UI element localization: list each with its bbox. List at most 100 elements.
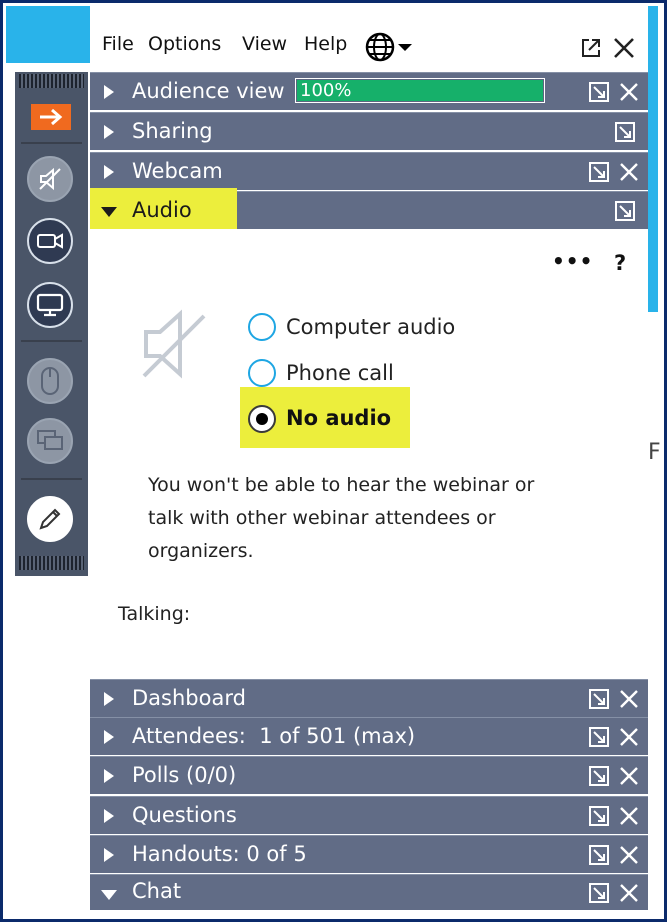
- radio-label: Computer audio: [286, 315, 456, 339]
- close-icon[interactable]: [618, 805, 640, 827]
- section-label: Sharing: [132, 119, 213, 143]
- screens-icon: [37, 430, 63, 450]
- drawing-tools-button[interactable]: [27, 496, 73, 542]
- background-strip-right: [648, 6, 658, 312]
- message-line: organizers.: [148, 540, 254, 562]
- toolbar-divider: [21, 142, 82, 144]
- monitor-icon: [36, 293, 64, 317]
- close-icon[interactable]: [618, 765, 640, 787]
- radio-label: No audio: [286, 406, 392, 430]
- radio-computer-audio[interactable]: [248, 313, 276, 341]
- muted-speaker-icon: [39, 167, 61, 191]
- expand-triangle-icon: [104, 125, 114, 139]
- popout-icon[interactable]: [588, 688, 610, 710]
- toolbar-divider: [21, 340, 82, 342]
- close-icon[interactable]: [618, 882, 640, 904]
- section-label: Webcam: [132, 159, 223, 183]
- popout-icon[interactable]: [588, 81, 610, 103]
- section-attendees[interactable]: Attendees: 1 of 501 (max): [90, 717, 648, 755]
- audience-view-progress: 100%: [295, 78, 545, 103]
- section-label: Audience view: [132, 79, 285, 103]
- talking-label: Talking:: [118, 603, 191, 625]
- section-dashboard[interactable]: Dashboard: [90, 679, 648, 717]
- popout-icon[interactable]: [614, 200, 636, 222]
- menu-help[interactable]: Help: [304, 33, 347, 55]
- menu-view[interactable]: View: [242, 33, 287, 55]
- section-questions[interactable]: Questions: [90, 796, 648, 834]
- radio-no-audio[interactable]: [248, 405, 276, 433]
- close-panel-button[interactable]: [612, 36, 636, 64]
- popout-icon[interactable]: [588, 161, 610, 183]
- camera-icon: [37, 233, 63, 249]
- menu-file[interactable]: File: [102, 33, 134, 55]
- collapse-panel-button[interactable]: [31, 104, 71, 130]
- message-line: You won't be able to hear the webinar or: [148, 474, 535, 496]
- radio-phone-call[interactable]: [248, 359, 276, 387]
- popout-icon[interactable]: [614, 121, 636, 143]
- expand-triangle-icon: [104, 769, 114, 783]
- collapse-triangle-icon: [101, 207, 117, 217]
- share-screen-layout-button[interactable]: [27, 418, 73, 464]
- section-label: Handouts: 0 of 5: [132, 842, 307, 866]
- menu-options[interactable]: Options: [148, 33, 221, 55]
- popout-icon: [582, 39, 600, 57]
- control-panel: File Options View Help Audience view 100…: [90, 24, 648, 910]
- no-audio-message: You won't be able to hear the webinar or…: [148, 469, 534, 568]
- expand-triangle-icon: [104, 165, 114, 179]
- expand-triangle-icon: [104, 692, 114, 706]
- section-audio[interactable]: Audio: [90, 188, 648, 234]
- close-icon[interactable]: [618, 726, 640, 748]
- expand-triangle-icon: [104, 848, 114, 862]
- expand-triangle-icon: [104, 730, 114, 744]
- language-menu[interactable]: [365, 32, 413, 66]
- muted-speaker-icon: [142, 309, 206, 379]
- expand-triangle-icon: [104, 85, 114, 99]
- background-strip: [6, 6, 90, 63]
- side-toolbar: [15, 72, 88, 576]
- audio-panel: ••• ? Computer audio Phone call No audio…: [90, 229, 648, 679]
- section-label: Audio: [132, 198, 192, 222]
- section-label: Dashboard: [132, 686, 246, 710]
- popout-icon[interactable]: [588, 882, 610, 904]
- mute-microphone-button[interactable]: [27, 156, 73, 202]
- arrow-right-icon: [40, 108, 63, 126]
- close-icon: [614, 38, 634, 58]
- section-label: Questions: [132, 803, 237, 827]
- popout-icon[interactable]: [588, 765, 610, 787]
- progress-text: 100%: [300, 80, 352, 101]
- mouse-icon: [41, 367, 59, 395]
- toolbar-grip[interactable]: [19, 556, 84, 570]
- menu-bar: File Options View Help: [90, 24, 648, 70]
- popout-icon[interactable]: [588, 844, 610, 866]
- expand-triangle-icon: [104, 809, 114, 823]
- toolbar-divider: [21, 478, 82, 480]
- popout-button[interactable]: [580, 37, 602, 63]
- collapse-triangle-icon: [101, 890, 117, 900]
- background-text: F: [648, 440, 661, 465]
- popout-icon[interactable]: [588, 726, 610, 748]
- webcam-button[interactable]: [27, 218, 73, 264]
- section-sharing[interactable]: Sharing: [90, 112, 648, 150]
- radio-label: Phone call: [286, 361, 394, 385]
- section-webcam[interactable]: Webcam: [90, 152, 648, 190]
- toolbar-grip[interactable]: [19, 74, 84, 88]
- section-chat[interactable]: Chat: [90, 874, 648, 910]
- section-audience-view[interactable]: Audience view 100%: [90, 72, 648, 110]
- help-button[interactable]: ?: [614, 251, 626, 275]
- pen-icon: [39, 508, 61, 530]
- section-label: Attendees: 1 of 501 (max): [132, 724, 416, 748]
- more-options-button[interactable]: •••: [552, 249, 593, 273]
- screen-share-button[interactable]: [27, 282, 73, 328]
- message-line: talk with other webinar attendees or: [148, 507, 496, 529]
- close-icon[interactable]: [618, 844, 640, 866]
- popout-icon[interactable]: [588, 805, 610, 827]
- globe-icon: [365, 32, 412, 62]
- close-icon[interactable]: [618, 161, 640, 183]
- section-polls[interactable]: Polls (0/0): [90, 756, 648, 794]
- mouse-control-button[interactable]: [27, 358, 73, 404]
- section-handouts[interactable]: Handouts: 0 of 5: [90, 835, 648, 873]
- section-label: Chat: [132, 879, 182, 903]
- close-icon[interactable]: [618, 81, 640, 103]
- close-icon[interactable]: [618, 688, 640, 710]
- section-label: Polls (0/0): [132, 763, 237, 787]
